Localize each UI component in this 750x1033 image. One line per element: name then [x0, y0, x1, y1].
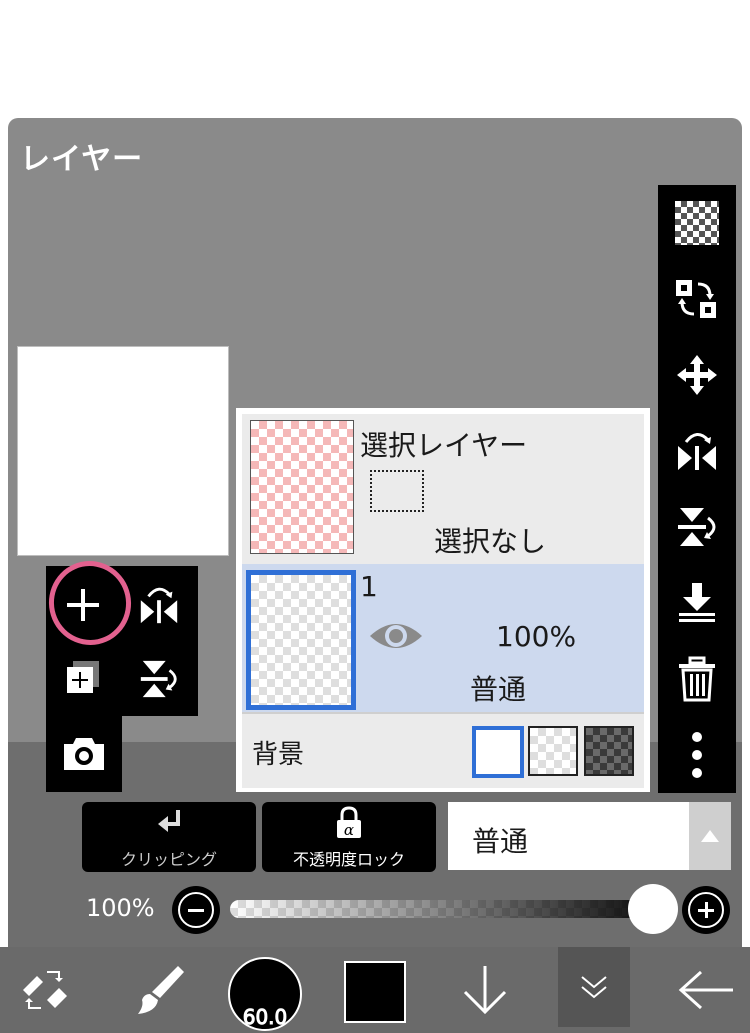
eye-icon[interactable] — [368, 618, 424, 658]
layer-list: 選択レイヤー 選択なし 1 100% 普通 背景 — [236, 408, 650, 792]
selection-rect-icon — [370, 470, 424, 512]
trash-icon[interactable] — [658, 643, 736, 715]
back-arrow-icon[interactable] — [668, 947, 744, 1033]
background-transparent-swatch[interactable] — [528, 726, 578, 776]
layer-thumbnail — [246, 570, 356, 710]
swap-layers-icon[interactable] — [658, 263, 736, 335]
opacity-label: 100% — [86, 894, 155, 922]
selection-layer-thumbnail — [250, 420, 354, 554]
right-toolbar — [658, 185, 736, 793]
layer-opacity: 100% — [496, 620, 577, 653]
alpha-lock-button[interactable]: α 不透明度ロック — [262, 802, 436, 872]
opacity-slider-track[interactable] — [230, 900, 676, 918]
plus-icon — [688, 892, 724, 928]
layer-row[interactable]: 1 100% 普通 — [242, 564, 644, 712]
clipping-button[interactable]: クリッピング — [82, 802, 256, 872]
tool-swap-icon[interactable] — [0, 947, 90, 1033]
background-white-swatch[interactable] — [472, 726, 524, 778]
alpha-lock-label: 不透明度ロック — [292, 850, 405, 869]
layer-blend: 普通 — [470, 673, 527, 706]
brush-size-button[interactable]: 60.0 — [228, 957, 302, 1031]
flip-vertical-icon[interactable] — [658, 491, 736, 563]
opacity-slider-knob[interactable] — [628, 884, 678, 934]
opacity-slider-fill — [230, 900, 676, 918]
opacity-increase-button[interactable] — [682, 886, 730, 934]
panel-title: レイヤー — [20, 142, 144, 177]
down-arrow-icon[interactable] — [450, 947, 520, 1033]
minus-icon — [178, 892, 214, 928]
canvas-preview[interactable] — [17, 346, 229, 556]
opacity-decrease-button[interactable] — [172, 886, 220, 934]
blend-mode-select[interactable]: 普通 — [448, 802, 731, 870]
transparent-checker-icon[interactable] — [658, 187, 736, 259]
blend-mode-value: 普通 — [472, 825, 529, 858]
background-row: 背景 — [242, 712, 644, 788]
blend-dropdown-arrow[interactable] — [689, 802, 731, 870]
move-icon[interactable] — [658, 339, 736, 411]
background-dark-swatch[interactable] — [584, 726, 634, 776]
clipping-label: クリッピング — [120, 850, 217, 869]
flip-horizontal-icon[interactable] — [124, 570, 194, 640]
selection-layer-name: 選択レイヤー — [360, 429, 528, 462]
color-swatch[interactable] — [344, 961, 406, 1023]
camera-tool — [46, 716, 122, 792]
svg-text:α: α — [344, 821, 354, 839]
alpha-lock-icon: α — [334, 806, 364, 844]
selection-layer-row[interactable]: 選択レイヤー 選択なし — [242, 414, 644, 566]
layer-name: 1 — [360, 570, 378, 603]
collapse-icon[interactable] — [558, 947, 630, 1027]
bottom-toolbar: 60.0 — [0, 947, 750, 1033]
brush-size-value: 60.0 — [242, 1005, 288, 1030]
camera-icon[interactable] — [49, 719, 119, 789]
background-label: 背景 — [252, 740, 305, 770]
clipping-icon — [156, 808, 184, 842]
flip-vertical-icon[interactable] — [124, 644, 194, 714]
merge-down-icon[interactable] — [658, 567, 736, 639]
duplicate-layer-icon[interactable] — [48, 644, 118, 714]
brush-icon[interactable] — [118, 947, 198, 1033]
selection-status: 選択なし — [434, 525, 547, 558]
flip-horizontal-icon[interactable] — [658, 415, 736, 487]
more-vertical-icon[interactable] — [658, 719, 736, 791]
